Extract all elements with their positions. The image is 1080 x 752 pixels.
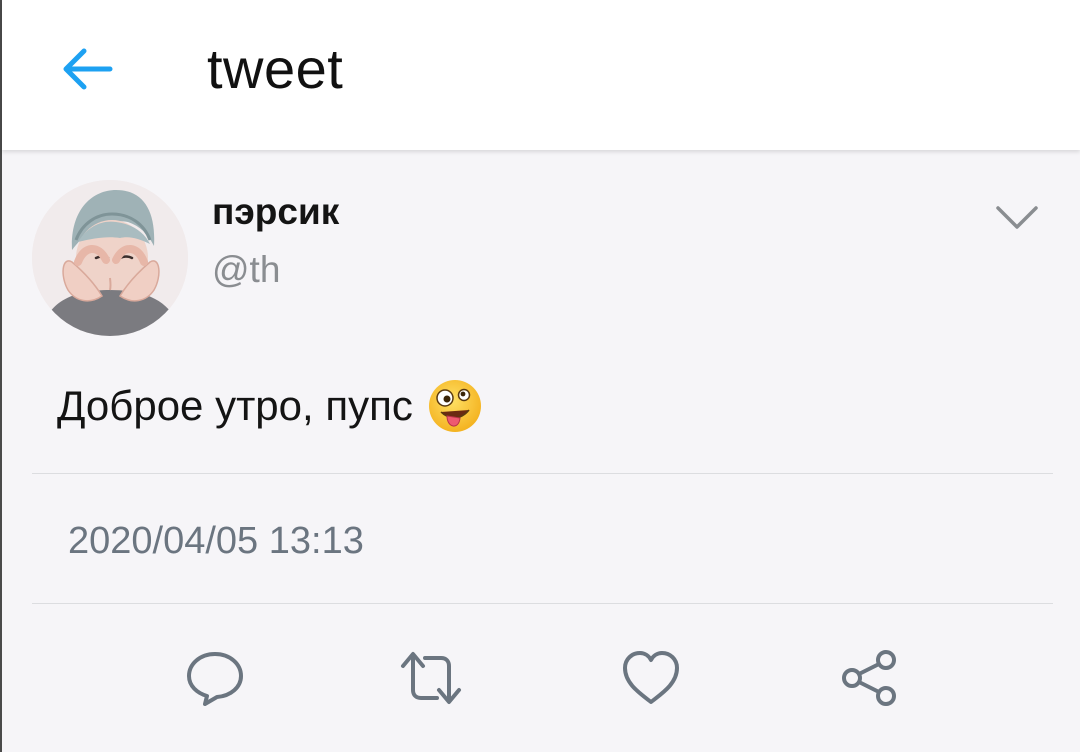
tweet-body: Доброе утро, пупс — [57, 378, 483, 434]
tweet-screen: tweet пэрсик @th Доброе утро, пупс 2020/… — [0, 0, 1080, 752]
speech-bubble-icon — [187, 652, 243, 706]
share-icon — [842, 650, 896, 706]
retweet-button[interactable] — [399, 646, 463, 710]
like-button[interactable] — [619, 646, 683, 710]
tweet-text: Доброе утро, пупс — [57, 382, 413, 429]
reply-button[interactable] — [183, 646, 247, 710]
avatar-photo — [32, 180, 188, 336]
divider — [32, 473, 1053, 474]
user-handle[interactable]: @th — [212, 248, 280, 292]
share-button[interactable] — [838, 646, 902, 710]
zany-face-emoji — [427, 378, 483, 434]
more-options-button[interactable] — [992, 198, 1042, 238]
tweet-timestamp: 2020/04/05 13:13 — [68, 520, 364, 562]
avatar[interactable] — [32, 180, 188, 336]
divider — [32, 603, 1053, 604]
page-title: tweet — [207, 37, 344, 100]
heart-icon — [623, 651, 679, 704]
retweet-icon — [401, 652, 461, 704]
display-name[interactable]: пэрсик — [212, 190, 339, 234]
chevron-down-icon — [996, 206, 1038, 229]
arrow-left-icon — [63, 48, 113, 90]
back-button[interactable] — [58, 44, 118, 94]
top-app-bar: tweet — [2, 0, 1080, 150]
